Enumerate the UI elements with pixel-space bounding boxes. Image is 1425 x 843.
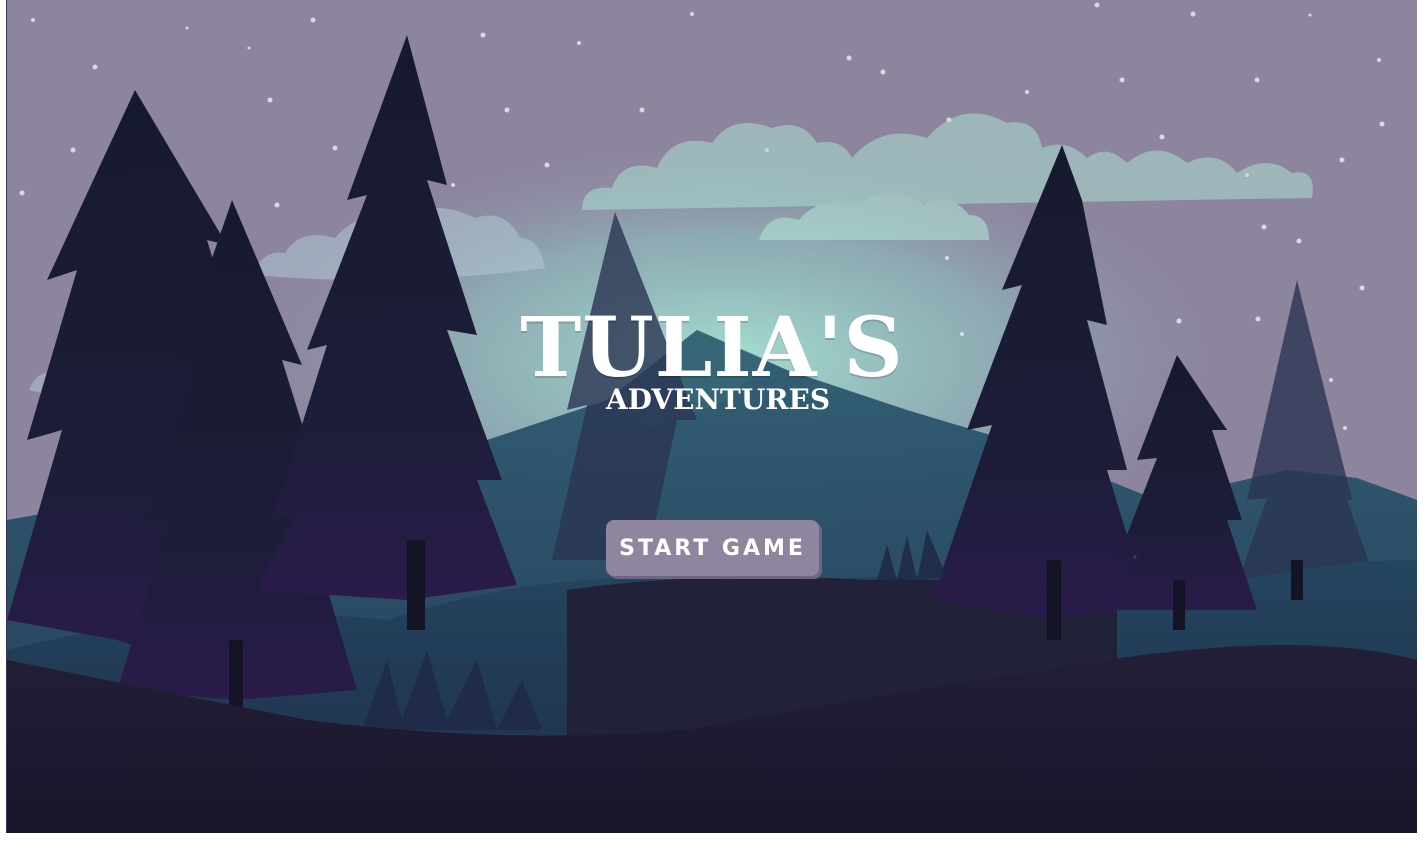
game-title: TULIA'S [520,300,904,396]
game-title-logo: TULIA'S ADVENTURES [7,295,1417,435]
game-screen: TULIA'S ADVENTURES START GAME [6,0,1417,833]
start-game-button[interactable]: START GAME [606,520,819,576]
game-subtitle: ADVENTURES [605,383,831,416]
